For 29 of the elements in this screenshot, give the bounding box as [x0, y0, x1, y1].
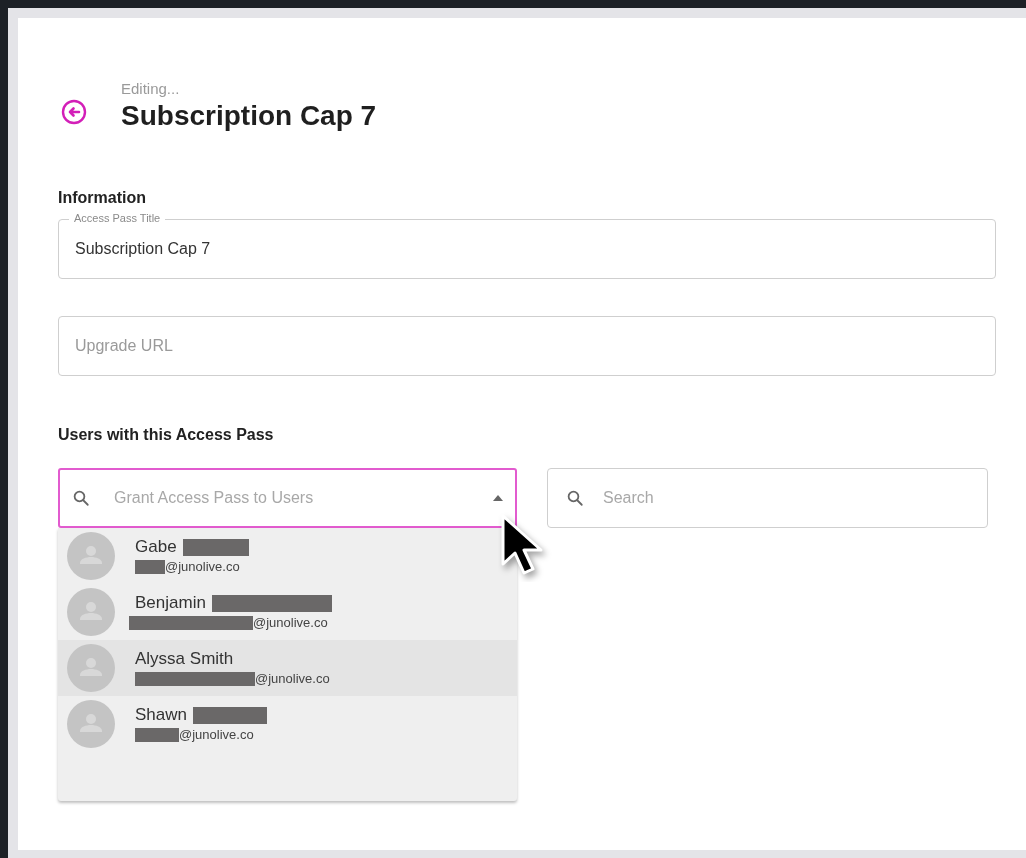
- search-icon: [566, 489, 584, 507]
- user-name: Benjamin: [135, 593, 206, 613]
- user-email: @junolive.co: [253, 615, 328, 631]
- editing-label: Editing...: [121, 80, 181, 98]
- url-field[interactable]: Upgrade URL: [58, 316, 996, 376]
- user-option[interactable]: Alyssa Smith @junolive.co: [58, 640, 517, 696]
- redaction-bar: [182, 538, 249, 556]
- search-icon: [72, 489, 90, 507]
- avatar-icon: [67, 532, 115, 580]
- section-heading: Information: [58, 188, 147, 208]
- back-button[interactable]: [60, 98, 88, 126]
- avatar-icon: [67, 644, 115, 692]
- user-email: @junolive.co: [255, 671, 330, 687]
- user-email: @junolive.co: [165, 559, 240, 575]
- user-name: Gabe: [135, 537, 177, 557]
- avatar-icon: [67, 700, 115, 748]
- search-field[interactable]: Search: [547, 468, 988, 528]
- user-email: @junolive.co: [179, 727, 254, 743]
- user-option[interactable]: Shawn @junolive.co: [58, 696, 517, 752]
- user-option[interactable]: Benjamin @junolive.co: [58, 584, 517, 640]
- grant-access-field[interactable]: Grant Access Pass to Users: [58, 468, 517, 528]
- redaction-bar: [135, 728, 179, 742]
- section-heading: Users with this Access Pass: [58, 425, 275, 445]
- page-title: Subscription Cap 7: [121, 99, 377, 133]
- field-label: Access Pass Title: [69, 211, 166, 225]
- user-name: Alyssa Smith: [135, 649, 234, 669]
- user-name: Shawn: [135, 705, 187, 725]
- avatar-icon: [67, 588, 115, 636]
- redaction-bar: [135, 560, 165, 574]
